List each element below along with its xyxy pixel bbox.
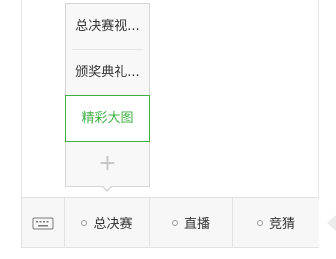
submenu-item-award-ceremony[interactable]: 颁奖典礼...: [66, 50, 149, 96]
menu-dot-icon: [171, 219, 178, 226]
menu-item-label: 竞猜: [268, 217, 295, 232]
right-divider: [318, 0, 319, 197]
submenu-item-final-video[interactable]: 总决赛视...: [66, 4, 149, 50]
submenu-caret-fill: [102, 185, 112, 190]
menu-dot-icon: [256, 219, 263, 226]
submenu-popup: 总决赛视... 颁奖典礼... 精彩大图 +: [65, 3, 150, 187]
keyboard-toggle-button[interactable]: [22, 198, 65, 247]
menu-item-label: 总决赛: [93, 217, 133, 232]
menu-item-final[interactable]: 总决赛: [65, 198, 150, 247]
left-pointer-icon: [327, 215, 336, 231]
menu-editor: 总决赛视... 颁奖典礼... 精彩大图 + 总决赛 直播 竞猜: [0, 0, 336, 259]
keyboard-icon: [32, 217, 54, 229]
menu-item-live[interactable]: 直播: [150, 198, 233, 247]
menu-item-label: 直播: [183, 217, 210, 232]
left-divider: [21, 0, 22, 197]
bottom-menu-bar: 总决赛 直播 竞猜: [21, 197, 319, 248]
submenu-item-highlights[interactable]: 精彩大图: [65, 95, 150, 142]
menu-item-quiz[interactable]: 竞猜: [233, 198, 319, 247]
add-submenu-button[interactable]: +: [66, 142, 149, 186]
menu-dot-icon: [81, 219, 88, 226]
